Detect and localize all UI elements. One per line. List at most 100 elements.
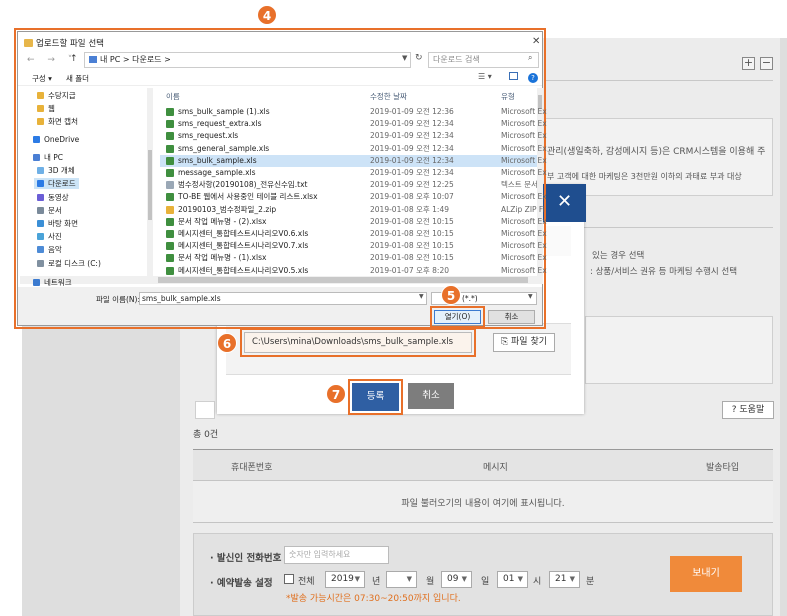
up-arrow-icon[interactable]: ↑ xyxy=(70,54,78,64)
chevron-down-icon: ▼ xyxy=(354,575,360,583)
refresh-icon[interactable]: ↻ xyxy=(415,53,423,63)
nav-item-pc[interactable]: 내 PC xyxy=(33,152,63,163)
nav-item-folder[interactable]: 화면 캡처 xyxy=(37,116,78,127)
caller-number-input[interactable]: 숫자만 입력하세요 xyxy=(284,546,389,564)
zip-file-icon xyxy=(166,205,174,214)
column-type[interactable]: 유형 xyxy=(501,91,515,102)
file-row[interactable]: 메시지센터_통합테스트시나리오V0.7.xls 2019-01-08 오전 10:… xyxy=(160,240,547,252)
file-type: Microsoft Ex xyxy=(501,229,547,238)
horizontal-scrollbar-thumb[interactable] xyxy=(158,277,528,283)
file-name: TO-BE 웹에서 사용중인 테이블 리스트.xlsx xyxy=(178,192,318,202)
nav-item-label: 문서 xyxy=(48,206,62,215)
column-date[interactable]: 수정한 날짜 xyxy=(370,91,407,102)
file-row[interactable]: message_sample.xls 2019-01-09 오전 12:34 Mic… xyxy=(160,167,547,179)
help-button[interactable]: ? 도움말 xyxy=(722,401,774,419)
nav-item-folder[interactable]: 수당지급 xyxy=(37,90,76,101)
send-time-note: *발송 가능시간은 07:30~20:50까지 입니다. xyxy=(286,594,461,604)
upload-icon-button[interactable] xyxy=(195,401,215,419)
column-send-type: 발송타입 xyxy=(706,463,740,473)
find-file-button[interactable]: ⎘ 파일 찾기 xyxy=(493,333,555,352)
nav-item-desktop[interactable]: 바탕 화면 xyxy=(37,218,78,229)
organize-button[interactable]: 구성 ▾ xyxy=(32,73,52,84)
column-name[interactable]: 이름 xyxy=(166,91,180,102)
file-name: sms_request_extra.xls xyxy=(178,119,262,129)
search-input[interactable]: 다운로드 검색 xyxy=(428,52,539,68)
file-row[interactable]: sms_request_extra.xls 2019-01-09 오전 12:34… xyxy=(160,118,547,130)
dialog-title: 업로드할 파일 선택 xyxy=(24,37,104,49)
file-row[interactable]: sms_request.xls 2019-01-09 오전 12:34 Micros… xyxy=(160,130,547,142)
help-icon[interactable]: ? xyxy=(528,73,538,83)
document-icon xyxy=(37,207,44,214)
xls-file-icon xyxy=(166,120,174,129)
modal-cancel-button[interactable]: 취소 xyxy=(408,383,454,409)
info-box xyxy=(585,316,773,384)
xls-file-icon xyxy=(166,230,174,238)
file-name: 20190103_범수정파일_2.zip xyxy=(178,204,277,214)
nav-item-disk[interactable]: 로컬 디스크 (C:) xyxy=(37,258,101,269)
nav-item-document[interactable]: 문서 xyxy=(37,205,62,216)
day-value: 09 xyxy=(447,574,459,584)
nav-item-cloud[interactable]: OneDrive xyxy=(33,135,79,144)
file-name: 메시지센터_통합테스트시나리오V0.6.xls xyxy=(178,229,309,238)
close-icon[interactable]: ✕ xyxy=(532,36,540,47)
file-row[interactable]: 20190103_범수정파일_2.zip 2019-01-08 오후 1:49 AL… xyxy=(160,204,545,216)
file-row[interactable]: 범수정사항(20190108)_전유신수임.txt 2019-01-09 오전 1… xyxy=(160,179,538,191)
view-options-icon[interactable]: ☰ ▾ xyxy=(478,72,492,81)
file-date: 2019-01-09 오전 12:36 xyxy=(370,107,454,116)
disk-icon xyxy=(37,260,44,267)
file-row[interactable]: sms_bulk_sample.xls 2019-01-09 오전 12:34 Mi… xyxy=(160,154,547,167)
address-bar[interactable]: 내 PC > 다운로드 > xyxy=(84,52,411,68)
close-icon[interactable]: ✕ xyxy=(557,192,572,212)
filename-label: 파일 이름(N): xyxy=(96,295,140,304)
file-type: Microsoft Ex xyxy=(501,168,547,177)
hour-select[interactable]: 01 ▼ xyxy=(497,571,528,588)
search-icon: ⌕ xyxy=(528,53,533,62)
nav-item-download[interactable]: 다운로드 xyxy=(34,178,79,189)
file-date: 2019-01-08 오후 1:49 xyxy=(370,204,449,214)
chevron-down-icon[interactable]: ▼ xyxy=(528,293,533,300)
condition-line-2: : 상품/서비스 권유 등 마케팅 수행시 선택 xyxy=(590,267,738,277)
condition-line-1: 있는 경우 선택 xyxy=(592,251,645,261)
table-empty-message: 파일 불러오기의 내용이 여기에 표시됩니다. xyxy=(401,499,565,509)
minute-select[interactable]: 21 ▼ xyxy=(549,571,580,588)
day-select[interactable]: 09 ▼ xyxy=(441,571,472,588)
nav-item-network[interactable]: 네트워크 xyxy=(33,277,72,288)
file-type: Microsoft Ex xyxy=(501,155,547,165)
chevron-down-icon[interactable]: ▼ xyxy=(419,293,424,300)
file-type: Microsoft Ex xyxy=(501,143,547,153)
year-select[interactable]: 2019 ▼ xyxy=(325,571,365,588)
send-button[interactable]: 보내기 xyxy=(670,556,742,592)
file-name: sms_general_sample.xls xyxy=(178,143,270,153)
file-date: 2019-01-09 오전 12:34 xyxy=(370,119,454,129)
expand-button[interactable]: + xyxy=(742,57,755,70)
dialog-cancel-button[interactable]: 취소 xyxy=(488,310,535,324)
month-select[interactable]: ▼ xyxy=(386,571,417,588)
nav-scrollbar-thumb[interactable] xyxy=(148,150,152,220)
chevron-down-icon[interactable]: ▼ xyxy=(402,54,407,62)
nav-item-picture[interactable]: 사진 xyxy=(37,231,62,242)
nav-item-music[interactable]: 음악 xyxy=(37,244,62,255)
collapse-button[interactable]: − xyxy=(760,57,773,70)
open-button[interactable]: 열기(O) xyxy=(434,310,481,324)
register-button[interactable]: 등록 xyxy=(352,383,399,411)
file-row[interactable]: sms_general_sample.xls 2019-01-09 오전 12:3… xyxy=(160,143,547,155)
file-row[interactable]: 문서 작업 메뉴명 - (1).xlsx 2019-01-08 오전 10:15 M… xyxy=(160,252,547,264)
preview-pane-icon[interactable] xyxy=(509,72,518,80)
nav-item-video[interactable]: 동영상 xyxy=(37,192,69,203)
nav-item-folder[interactable]: 웹 xyxy=(37,103,55,114)
nav-item-3d[interactable]: 3D 개체 xyxy=(37,165,75,176)
file-name: 메시지센터_통합테스트시나리오V0.5.xls xyxy=(178,265,309,275)
file-date: 2019-01-09 오전 12:34 xyxy=(370,131,454,141)
file-type: Microsoft Ex xyxy=(501,119,547,129)
file-row[interactable]: TO-BE 웹에서 사용중인 테이블 리스트.xlsx 2019-01-08 오후… xyxy=(160,191,547,203)
new-folder-button[interactable]: 새 폴더 xyxy=(66,73,89,84)
filename-input[interactable]: sms_bulk_sample.xls xyxy=(139,292,427,305)
file-row[interactable]: 메시지센터_통합테스트시나리오V0.5.xls 2019-01-07 오후 8:2… xyxy=(160,265,547,277)
file-row[interactable]: 메시지센터_통합테스트시나리오V0.6.xls 2019-01-08 오전 10:… xyxy=(160,228,547,240)
file-row[interactable]: sms_bulk_sample (1).xls 2019-01-09 오전 12:… xyxy=(160,106,547,118)
column-phone: 휴대폰번호 xyxy=(231,463,273,473)
file-row[interactable]: 문서 작업 메뉴명 - (2).xlsx 2019-01-08 오전 10:15 M… xyxy=(160,216,547,228)
nav-item-label: 내 PC xyxy=(44,153,64,162)
file-date: 2019-01-09 오전 12:25 xyxy=(370,180,454,190)
schedule-checkbox[interactable] xyxy=(284,574,294,584)
